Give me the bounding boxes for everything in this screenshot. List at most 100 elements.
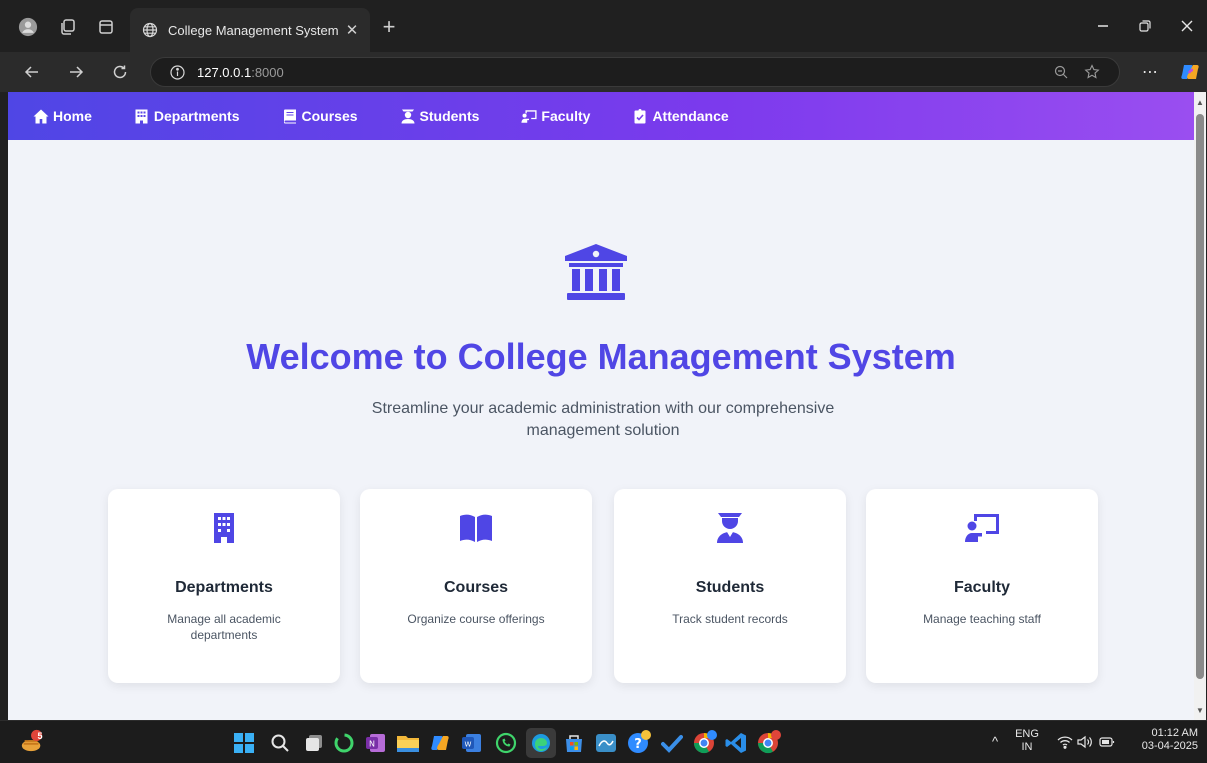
page-viewport: Home Departments Courses Students Facult… xyxy=(8,92,1206,720)
widgets-badge: 5 xyxy=(37,731,43,741)
file-explorer-icon[interactable] xyxy=(396,731,420,755)
card-title: Faculty xyxy=(953,579,1010,596)
browser-tab[interactable]: College Management System ✕ xyxy=(130,8,370,52)
new-tab-icon[interactable]: + xyxy=(378,16,400,38)
word-icon[interactable]: W xyxy=(460,731,484,755)
nav-label-students: Students xyxy=(419,108,480,124)
card-faculty[interactable]: Faculty Manage teaching staff xyxy=(866,489,1098,683)
microsoft-store-icon[interactable] xyxy=(562,731,586,755)
home-icon xyxy=(33,108,49,124)
mysql-workbench-icon[interactable] xyxy=(594,731,618,755)
svg-text:W: W xyxy=(465,741,472,749)
workspaces-icon[interactable] xyxy=(58,17,78,37)
task-view-icon[interactable] xyxy=(302,731,326,755)
nav-item-faculty[interactable]: Faculty xyxy=(521,108,590,124)
browser-toolbar: 127.0.0.1:8000 ⋯ xyxy=(0,52,1207,92)
vscode-icon[interactable] xyxy=(724,731,748,755)
search-icon[interactable] xyxy=(268,731,292,755)
tab-strip: College Management System ✕ + xyxy=(0,0,1207,52)
tab-actions-icon[interactable] xyxy=(96,17,116,37)
info-icon[interactable] xyxy=(169,64,185,80)
restore-icon[interactable] xyxy=(1130,14,1160,38)
copilot-app-icon[interactable] xyxy=(428,731,452,755)
browser-title-bar: College Management System ✕ + xyxy=(0,0,1207,52)
tab-title: College Management System xyxy=(168,22,339,38)
book-open-icon xyxy=(360,511,592,545)
language-indicator[interactable]: ENG IN xyxy=(1012,728,1042,754)
graduate-icon xyxy=(400,108,416,124)
language-bottom: IN xyxy=(1021,741,1033,753)
nav-item-courses[interactable]: Courses xyxy=(282,108,358,124)
wifi-icon[interactable] xyxy=(1056,733,1074,751)
back-arrow-icon[interactable] xyxy=(22,62,42,82)
card-description: Manage all academic departments xyxy=(167,612,281,642)
start-windows-icon[interactable] xyxy=(232,731,256,755)
page-scrollbar[interactable]: ▲ ▼ xyxy=(1194,92,1206,720)
card-courses[interactable]: Courses Organize course offerings xyxy=(360,489,592,683)
card-description: Organize course offerings xyxy=(407,612,545,626)
copilot-taskbar-icon[interactable] xyxy=(332,731,356,755)
refresh-icon[interactable] xyxy=(110,62,130,82)
nav-label-faculty: Faculty xyxy=(541,108,591,124)
nav-item-home[interactable]: Home xyxy=(33,108,92,124)
clock-time: 01:12 AM xyxy=(1151,727,1198,739)
address-bar[interactable]: 127.0.0.1:8000 xyxy=(150,57,1120,87)
nav-label-attendance: Attendance xyxy=(652,108,729,124)
chrome-profile-icon[interactable] xyxy=(692,729,718,755)
system-clock[interactable]: 01:12 AM 03-04-2025 xyxy=(1134,727,1198,753)
university-icon xyxy=(563,242,629,302)
favorite-star-icon[interactable] xyxy=(1083,63,1101,81)
svg-text:?: ? xyxy=(634,737,642,752)
nav-item-departments[interactable]: Departments xyxy=(134,108,240,124)
graduate-icon xyxy=(614,511,846,545)
card-title: Students xyxy=(695,579,765,596)
help-icon[interactable]: ? xyxy=(626,729,652,755)
teacher-icon xyxy=(866,511,1098,545)
profile-avatar-icon[interactable] xyxy=(18,17,38,37)
scroll-thumb[interactable] xyxy=(1196,114,1204,679)
top-navbar: Home Departments Courses Students Facult… xyxy=(8,92,1194,140)
page-subtitle: Streamline your academic administration … xyxy=(371,400,835,439)
book-icon xyxy=(282,108,298,124)
edge-icon[interactable] xyxy=(526,728,556,758)
card-title: Courses xyxy=(443,579,509,596)
card-description: Manage teaching staff xyxy=(923,612,1041,626)
minimize-icon[interactable] xyxy=(1088,14,1118,38)
language-top: ENG xyxy=(1015,728,1039,740)
clipboard-check-icon xyxy=(632,108,648,124)
windows-taskbar: 5 N W ? ^ ENG IN 01:12 AM 03-04-2025 xyxy=(0,720,1207,763)
more-options-icon[interactable]: ⋯ xyxy=(1140,62,1160,82)
chevron-up-icon[interactable]: ^ xyxy=(988,735,1002,748)
volume-icon[interactable] xyxy=(1076,733,1094,751)
teacher-icon xyxy=(521,108,537,124)
globe-icon xyxy=(142,22,158,38)
building-icon xyxy=(108,511,340,545)
copilot-icon[interactable] xyxy=(1178,60,1202,84)
close-tab-icon[interactable]: ✕ xyxy=(344,22,360,39)
battery-icon[interactable] xyxy=(1098,733,1116,751)
url-host: 127.0.0.1 xyxy=(197,64,252,80)
card-description: Track student records xyxy=(672,612,788,626)
card-students[interactable]: Students Track student records xyxy=(614,489,846,683)
nav-label-courses: Courses xyxy=(301,108,358,124)
close-window-icon[interactable] xyxy=(1172,14,1202,38)
nav-label-departments: Departments xyxy=(153,108,240,124)
scroll-up-icon[interactable]: ▲ xyxy=(1196,98,1204,107)
building-icon xyxy=(134,108,150,124)
card-title: Departments xyxy=(175,579,273,596)
onenote-icon[interactable]: N xyxy=(364,731,388,755)
svg-text:N: N xyxy=(369,740,375,749)
forward-arrow-icon[interactable] xyxy=(66,62,86,82)
nav-item-students[interactable]: Students xyxy=(400,108,480,124)
scroll-down-icon[interactable]: ▼ xyxy=(1196,706,1204,715)
clock-date: 03-04-2025 xyxy=(1141,740,1198,752)
zoom-icon[interactable] xyxy=(1053,64,1069,80)
page-title: Welcome to College Management System xyxy=(246,336,956,377)
nav-label-home: Home xyxy=(53,108,92,124)
chrome-icon[interactable] xyxy=(756,729,782,755)
url-port: :8000 xyxy=(251,64,284,80)
whatsapp-icon[interactable] xyxy=(494,731,518,755)
card-departments[interactable]: Departments Manage all academic departme… xyxy=(108,489,340,683)
nav-item-attendance[interactable]: Attendance xyxy=(632,108,729,124)
todo-check-icon[interactable] xyxy=(660,731,684,755)
